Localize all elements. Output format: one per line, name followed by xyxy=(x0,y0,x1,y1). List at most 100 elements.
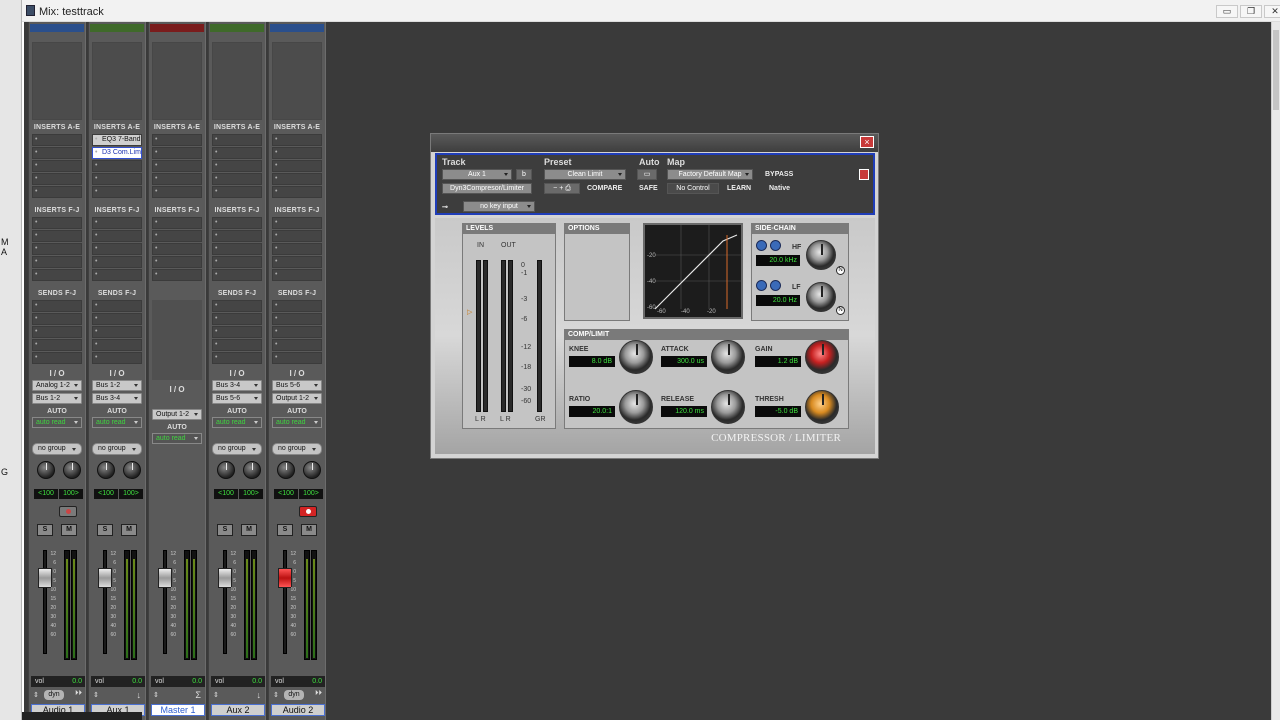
gain-knob[interactable] xyxy=(805,340,839,374)
output-selector[interactable]: Output 1-2 xyxy=(272,393,322,404)
automation-mode-select[interactable]: auto read xyxy=(92,417,142,428)
insert-slot[interactable]: • xyxy=(212,134,262,146)
maximize-button[interactable]: ❐ xyxy=(1240,5,1262,18)
insert-slot[interactable]: • xyxy=(152,186,202,198)
close-window-button[interactable]: ✕ xyxy=(1264,5,1280,18)
insert-slot[interactable]: • xyxy=(272,256,322,268)
group-select[interactable]: no group xyxy=(32,443,82,455)
send-slot[interactable]: • xyxy=(32,300,82,312)
send-slot[interactable]: • xyxy=(272,313,322,325)
insert-slot[interactable]: • xyxy=(32,134,82,146)
output-selector[interactable]: Bus 5-6 xyxy=(212,393,262,404)
insert-slot[interactable]: • xyxy=(92,243,142,255)
insert-slot[interactable]: • xyxy=(152,256,202,268)
plugin-close-button[interactable]: × xyxy=(860,136,874,148)
hf-enable-icon[interactable] xyxy=(756,240,767,251)
volume-readout[interactable]: vol 0.0 xyxy=(151,676,205,687)
mute-button[interactable]: M xyxy=(241,524,257,536)
track-slot-button[interactable]: b xyxy=(516,169,532,180)
insert-slot[interactable]: • xyxy=(272,217,322,229)
output-selector[interactable]: Bus 1-2 xyxy=(32,393,82,404)
send-slot[interactable]: • xyxy=(272,326,322,338)
send-slot[interactable]: • xyxy=(32,339,82,351)
solo-button[interactable]: S xyxy=(217,524,233,536)
insert-slot[interactable]: • EQ3 7-Band xyxy=(92,134,142,146)
group-select[interactable]: no group xyxy=(212,443,262,455)
insert-slot[interactable]: • xyxy=(272,134,322,146)
send-slot[interactable]: • xyxy=(92,339,142,351)
input-selector[interactable]: Bus 3-4 xyxy=(212,380,262,391)
insert-slot[interactable]: • xyxy=(212,230,262,242)
send-slot[interactable]: • xyxy=(272,352,322,364)
nudge-icon[interactable]: ⇕ xyxy=(273,691,279,699)
plugin-titlebar[interactable]: × xyxy=(431,134,878,152)
insert-slot[interactable]: • xyxy=(212,173,262,185)
record-button[interactable] xyxy=(59,506,77,517)
plugin-power-icon[interactable] xyxy=(859,169,869,180)
pan-left-knob[interactable] xyxy=(97,461,115,479)
send-arrow-icon[interactable]: ⏵⏵ xyxy=(315,690,322,698)
track-select[interactable]: Aux 1 xyxy=(442,169,512,180)
automation-mode-select[interactable]: auto read xyxy=(32,417,82,428)
volume-readout[interactable]: vol 0.0 xyxy=(31,676,85,687)
send-slot[interactable]: • xyxy=(212,339,262,351)
insert-slot[interactable]: • xyxy=(32,186,82,198)
insert-slot[interactable]: • xyxy=(32,256,82,268)
compare-button[interactable]: COMPARE xyxy=(587,185,622,192)
key-input-select[interactable]: no key input xyxy=(463,201,535,212)
pan-right-knob[interactable] xyxy=(123,461,141,479)
thresh-knob[interactable] xyxy=(805,390,839,424)
lf-filter-icon[interactable] xyxy=(770,280,781,291)
bypass-button[interactable]: BYPASS xyxy=(765,171,793,178)
send-slot[interactable]: • xyxy=(92,352,142,364)
preset-controls[interactable]: − + ⎙ xyxy=(544,183,580,194)
insert-slot[interactable]: • xyxy=(32,160,82,172)
send-slot[interactable]: • xyxy=(32,326,82,338)
insert-slot[interactable]: • xyxy=(152,269,202,281)
send-slot[interactable]: • xyxy=(212,352,262,364)
insert-slot[interactable]: • xyxy=(92,186,142,198)
knee-knob[interactable] xyxy=(619,340,653,374)
insert-slot[interactable]: • xyxy=(92,217,142,229)
insert-slot[interactable]: • D3 Com.Lim xyxy=(92,147,142,159)
insert-slot[interactable]: • xyxy=(272,147,322,159)
send-slot[interactable]: • xyxy=(92,300,142,312)
track-name[interactable]: Audio 2 xyxy=(271,704,325,716)
insert-slot[interactable]: • xyxy=(212,186,262,198)
insert-slot[interactable]: • xyxy=(32,173,82,185)
automation-mode-select[interactable]: auto read xyxy=(272,417,322,428)
insert-slot[interactable]: • xyxy=(272,173,322,185)
vertical-scrollbar[interactable] xyxy=(1271,22,1280,720)
insert-slot[interactable]: • xyxy=(272,243,322,255)
pan-right-knob[interactable] xyxy=(243,461,261,479)
safe-button[interactable]: SAFE xyxy=(639,185,658,192)
insert-slot[interactable]: • xyxy=(92,269,142,281)
send-slot[interactable]: • xyxy=(212,300,262,312)
mute-button[interactable]: M xyxy=(121,524,137,536)
hf-value[interactable]: 20.0 kHz xyxy=(756,255,800,266)
solo-button[interactable]: S xyxy=(37,524,53,536)
send-slot[interactable]: • xyxy=(272,300,322,312)
insert-slot[interactable]: • xyxy=(92,173,142,185)
insert-slot[interactable]: • xyxy=(92,160,142,172)
volume-readout[interactable]: vol 0.0 xyxy=(211,676,265,687)
pan-right-knob[interactable] xyxy=(63,461,81,479)
group-select[interactable]: no group xyxy=(92,443,142,455)
send-slot[interactable]: • xyxy=(32,313,82,325)
nudge-icon[interactable]: ⇕ xyxy=(33,691,39,699)
output-selector[interactable]: Output 1-2 xyxy=(152,409,202,420)
dyn-button[interactable]: dyn xyxy=(44,690,64,700)
lf-knob[interactable] xyxy=(806,282,836,312)
down-arrow-icon[interactable]: ↓ xyxy=(137,690,142,700)
lf-value[interactable]: 20.0 Hz xyxy=(756,295,800,306)
nudge-icon[interactable]: ⇕ xyxy=(93,691,99,699)
hf-knob[interactable] xyxy=(806,240,836,270)
mute-button[interactable]: M xyxy=(301,524,317,536)
insert-slot[interactable]: • xyxy=(272,160,322,172)
pan-left-knob[interactable] xyxy=(277,461,295,479)
insert-slot[interactable]: • xyxy=(272,186,322,198)
nudge-icon[interactable]: ⇕ xyxy=(153,691,159,699)
auto-button[interactable]: ▭ xyxy=(637,169,657,180)
attack-knob[interactable] xyxy=(711,340,745,374)
lf-enable-icon[interactable] xyxy=(756,280,767,291)
